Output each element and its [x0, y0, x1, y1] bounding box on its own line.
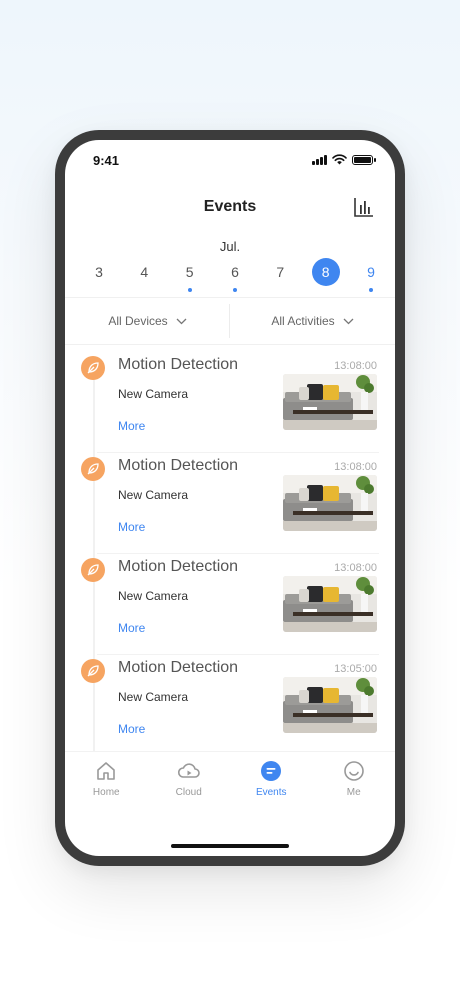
activity-filter-label: All Activities	[271, 314, 335, 328]
event-indicator-dot	[232, 288, 237, 292]
motion-detection-icon	[81, 356, 105, 380]
tab-cloud[interactable]: Cloud	[148, 752, 231, 816]
chevron-down-icon	[176, 318, 187, 324]
status-bar: 9:41	[65, 140, 395, 180]
calendar-day[interactable]: 5	[176, 258, 204, 294]
event-title: Motion Detection	[118, 659, 239, 676]
calendar-day-number: 7	[276, 264, 285, 280]
event-title: Motion Detection	[118, 457, 239, 474]
calendar-days: 3 4 5 6 7 8 9	[85, 258, 385, 294]
device-filter-label: All Devices	[108, 314, 168, 328]
status-icons	[312, 154, 376, 165]
event-indicator-dot	[368, 288, 373, 292]
motion-detection-icon	[81, 558, 105, 582]
home-indicator	[171, 844, 289, 848]
more-link[interactable]: More	[118, 722, 145, 736]
event-device: New Camera	[118, 589, 189, 603]
battery-icon	[352, 154, 376, 165]
event-item[interactable]: Motion Detection 13:08:00 New Camera More	[65, 554, 395, 655]
calendar-day-number: 3	[95, 264, 103, 280]
event-snapshot-thumbnail[interactable]	[283, 374, 377, 430]
event-item[interactable]: Motion Detection 13:08:00 New Camera More	[65, 352, 395, 453]
statistics-chart-icon[interactable]	[353, 196, 375, 218]
event-indicator-dot	[97, 288, 101, 292]
home-icon	[97, 762, 116, 780]
calendar-day[interactable]: 3	[85, 258, 113, 294]
more-link[interactable]: More	[118, 419, 145, 433]
events-icon	[261, 761, 282, 781]
event-title: Motion Detection	[118, 558, 239, 575]
tab-home[interactable]: Home	[65, 752, 148, 816]
tab-bar: Home Cloud Events Me	[65, 752, 395, 816]
event-time: 13:05:00	[334, 663, 377, 675]
event-indicator-dot	[187, 288, 192, 292]
calendar-day-number: 5	[185, 264, 194, 280]
divider	[65, 344, 395, 345]
event-item[interactable]: Motion Detection 13:08:00 New Camera More	[65, 453, 395, 554]
tab-events-label: Events	[255, 787, 287, 798]
page-title: Events	[203, 198, 257, 215]
wifi-icon	[332, 154, 347, 165]
event-time: 13:08:00	[334, 360, 377, 372]
app-screen: 9:41 Events Jul. 3 4 5 6 7 8 9 All Devic…	[65, 140, 395, 856]
event-item[interactable]: Motion Detection 13:05:00 New Camera More	[65, 655, 395, 756]
calendar-day-number: 9	[367, 264, 375, 280]
event-snapshot-thumbnail[interactable]	[283, 475, 377, 531]
smiley-face-icon	[343, 761, 364, 781]
event-snapshot-thumbnail[interactable]	[283, 576, 377, 632]
event-snapshot-thumbnail[interactable]	[283, 677, 377, 733]
calendar-month: Jul.	[219, 239, 241, 254]
cellular-signal-icon	[312, 154, 327, 165]
tab-me-label: Me	[346, 787, 361, 798]
event-indicator-dot	[278, 288, 282, 292]
event-time: 13:08:00	[334, 562, 377, 574]
event-indicator-dot	[324, 288, 328, 292]
status-time: 9:41	[93, 153, 120, 168]
device-filter-dropdown[interactable]: All Devices	[65, 298, 230, 344]
filter-bar: All Devices All Activities	[65, 298, 395, 344]
event-device: New Camera	[118, 387, 189, 401]
event-time: 13:08:00	[334, 461, 377, 473]
motion-detection-icon	[81, 659, 105, 683]
cloud-play-icon	[177, 763, 200, 778]
more-link[interactable]: More	[118, 621, 145, 635]
calendar-day[interactable]: 7	[266, 258, 294, 294]
header: Events	[65, 184, 395, 224]
calendar-day[interactable]: 8	[311, 258, 340, 294]
activity-filter-dropdown[interactable]: All Activities	[230, 298, 395, 344]
event-device: New Camera	[118, 690, 189, 704]
calendar-day-number: 4	[140, 264, 149, 280]
event-list[interactable]: Motion Detection 13:08:00 New Camera More Mo…	[65, 352, 395, 782]
calendar-day-number: 8	[311, 258, 340, 286]
calendar-day-number: 6	[231, 264, 239, 280]
event-title: Motion Detection	[118, 356, 239, 373]
event-indicator-dot	[142, 288, 146, 292]
tab-events[interactable]: Events	[230, 752, 313, 816]
tab-me[interactable]: Me	[313, 752, 396, 816]
tab-cloud-label: Cloud	[175, 787, 202, 798]
calendar-day[interactable]: 6	[221, 258, 249, 294]
calendar-day[interactable]: 9	[357, 258, 385, 294]
chevron-down-icon	[343, 318, 354, 324]
calendar-day[interactable]: 4	[130, 258, 158, 294]
tab-home-label: Home	[92, 787, 120, 798]
phone-frame: 9:41 Events Jul. 3 4 5 6 7 8 9 All Devic…	[55, 130, 405, 866]
more-link[interactable]: More	[118, 520, 145, 534]
motion-detection-icon	[81, 457, 105, 481]
event-device: New Camera	[118, 488, 189, 502]
